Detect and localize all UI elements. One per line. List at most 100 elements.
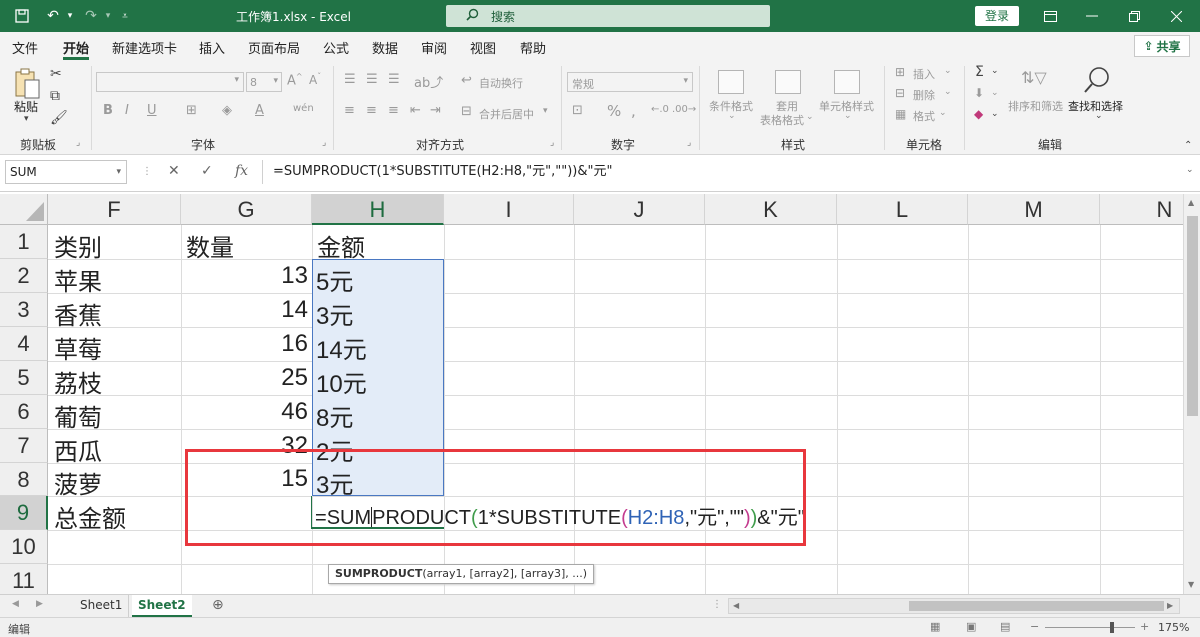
- cell-f3[interactable]: 香蕉: [54, 296, 102, 331]
- row-header-3[interactable]: 3: [0, 293, 48, 327]
- redo-dropdown-icon[interactable]: ▾: [102, 0, 114, 32]
- cell-f2[interactable]: 苹果: [54, 262, 102, 297]
- align-center-icon[interactable]: ≡: [366, 103, 377, 118]
- percent-icon[interactable]: %: [607, 102, 621, 120]
- comma-style-icon[interactable]: ,: [631, 102, 636, 120]
- share-button[interactable]: ⇪ 共享: [1134, 35, 1190, 57]
- redo-icon[interactable]: ↷: [80, 0, 102, 32]
- orientation-icon[interactable]: ab⤴: [414, 72, 443, 91]
- row-header-6[interactable]: 6: [0, 395, 48, 429]
- paste-button[interactable]: 粘贴: [14, 98, 38, 115]
- menu-file[interactable]: 文件: [12, 38, 38, 57]
- increase-decimal-icon[interactable]: ←.0: [651, 104, 669, 115]
- format-painter-icon[interactable]: 🖌: [50, 110, 68, 126]
- paste-dropdown-icon[interactable]: ▾: [24, 114, 29, 124]
- save-icon[interactable]: [10, 0, 34, 32]
- menu-page-layout[interactable]: 页面布局: [248, 38, 300, 57]
- login-button[interactable]: 登录: [975, 6, 1019, 26]
- cell-g3[interactable]: 14: [181, 296, 308, 324]
- menu-new-tab[interactable]: 新建选项卡: [112, 38, 177, 57]
- font-launcher-icon[interactable]: ⌟: [322, 138, 326, 148]
- cell-h3[interactable]: 3元: [316, 296, 353, 331]
- column-header-k[interactable]: K: [705, 194, 837, 225]
- column-header-m[interactable]: M: [968, 194, 1100, 225]
- align-left-icon[interactable]: ≡: [344, 103, 355, 118]
- cell-h1[interactable]: 金额: [317, 228, 365, 263]
- shrink-font-icon[interactable]: Aˇ: [309, 72, 321, 87]
- merge-center-button[interactable]: 合并后居中: [479, 106, 534, 122]
- merge-dropdown-icon[interactable]: ▾: [543, 106, 548, 116]
- new-sheet-icon[interactable]: ⊕: [212, 597, 224, 613]
- enter-icon[interactable]: ✓: [201, 163, 213, 179]
- wrap-text-icon[interactable]: ↩: [461, 73, 472, 88]
- format-as-table-dropdown-icon[interactable]: ⌄: [806, 112, 814, 122]
- column-header-l[interactable]: L: [837, 194, 968, 225]
- zoom-slider[interactable]: [1045, 627, 1135, 628]
- scroll-right-icon[interactable]: ▶: [1167, 601, 1173, 610]
- cancel-icon[interactable]: ✕: [168, 163, 180, 179]
- horizontal-scrollbar[interactable]: ◀ ▶: [728, 598, 1180, 614]
- menu-home[interactable]: 开始: [63, 38, 89, 57]
- clipboard-launcher-icon[interactable]: ⌟: [76, 138, 80, 148]
- number-format-box[interactable]: 常规 ▾: [567, 72, 693, 92]
- clear-dropdown-icon[interactable]: ⌄: [991, 109, 999, 119]
- row-header-9[interactable]: 9: [0, 496, 48, 530]
- column-header-f[interactable]: F: [48, 194, 181, 225]
- sort-filter-button[interactable]: 排序和筛选: [1008, 98, 1063, 114]
- cell-g2[interactable]: 13: [181, 262, 308, 290]
- row-header-11[interactable]: 11: [0, 564, 48, 594]
- fill-dropdown-icon[interactable]: ⌄: [991, 88, 999, 98]
- vertical-scroll-thumb[interactable]: [1187, 216, 1198, 416]
- alignment-launcher-icon[interactable]: ⌟: [550, 138, 554, 148]
- zoom-level[interactable]: 175%: [1158, 621, 1189, 634]
- menu-insert[interactable]: 插入: [199, 38, 225, 57]
- accounting-format-icon[interactable]: ⊡: [572, 103, 583, 118]
- menu-help[interactable]: 帮助: [520, 38, 546, 57]
- customize-qat-icon[interactable]: ⩡: [118, 0, 132, 32]
- row-header-8[interactable]: 8: [0, 463, 48, 496]
- scroll-down-icon[interactable]: ▼: [1188, 580, 1194, 589]
- delete-cells-button[interactable]: 删除: [913, 87, 935, 103]
- align-right-icon[interactable]: ≡: [388, 103, 399, 118]
- italic-icon[interactable]: I: [125, 103, 129, 118]
- normal-view-icon[interactable]: ▦: [930, 620, 940, 633]
- fill-color-icon[interactable]: ◈: [222, 103, 232, 118]
- column-header-h[interactable]: H: [312, 194, 444, 225]
- cell-g1[interactable]: 数量: [186, 228, 234, 263]
- undo-icon[interactable]: ↶: [42, 0, 64, 32]
- zoom-in-icon[interactable]: +: [1140, 620, 1149, 633]
- clear-icon[interactable]: ◆: [974, 107, 983, 121]
- restore-icon[interactable]: [1114, 0, 1154, 32]
- tab-split-grip-icon[interactable]: ⋮: [712, 599, 722, 610]
- menu-view[interactable]: 视图: [470, 38, 496, 57]
- zoom-slider-thumb[interactable]: [1110, 622, 1114, 633]
- expand-formula-bar-icon[interactable]: ⌄: [1186, 165, 1194, 175]
- decrease-decimal-icon[interactable]: .00→: [672, 104, 696, 115]
- cell-f7[interactable]: 西瓜: [54, 432, 102, 467]
- row-header-4[interactable]: 4: [0, 327, 48, 361]
- cell-h6[interactable]: 8元: [316, 398, 353, 433]
- cell-f5[interactable]: 荔枝: [54, 364, 102, 399]
- conditional-format-icon[interactable]: [718, 70, 744, 94]
- conditional-format-dropdown-icon[interactable]: ⌄: [728, 111, 736, 121]
- row-header-5[interactable]: 5: [0, 361, 48, 395]
- page-layout-view-icon[interactable]: ▣: [966, 620, 976, 633]
- top-align-icon[interactable]: ☰: [344, 72, 356, 87]
- close-icon[interactable]: [1156, 0, 1196, 32]
- page-break-view-icon[interactable]: ▤: [1000, 620, 1010, 633]
- cell-g5[interactable]: 25: [181, 364, 308, 392]
- insert-function-icon[interactable]: fx: [235, 163, 248, 179]
- search-box[interactable]: 搜索: [446, 5, 770, 27]
- cell-g4[interactable]: 16: [181, 330, 308, 358]
- increase-indent-icon[interactable]: ⇥: [430, 103, 441, 118]
- name-box[interactable]: SUM ▾: [5, 160, 127, 184]
- select-all-corner[interactable]: [0, 194, 48, 225]
- cell-styles-dropdown-icon[interactable]: ⌄: [844, 111, 852, 121]
- cell-g6[interactable]: 46: [181, 398, 308, 426]
- bold-icon[interactable]: B: [103, 103, 113, 118]
- bottom-align-icon[interactable]: ☰: [388, 72, 400, 87]
- scroll-up-icon[interactable]: ▲: [1188, 198, 1194, 207]
- scroll-left-icon[interactable]: ◀: [733, 601, 739, 610]
- find-select-icon[interactable]: [1083, 66, 1111, 100]
- worksheet-grid[interactable]: F G H I J K L M N 1 2 3 4 5 6 7 8 9 10 1…: [0, 194, 1183, 594]
